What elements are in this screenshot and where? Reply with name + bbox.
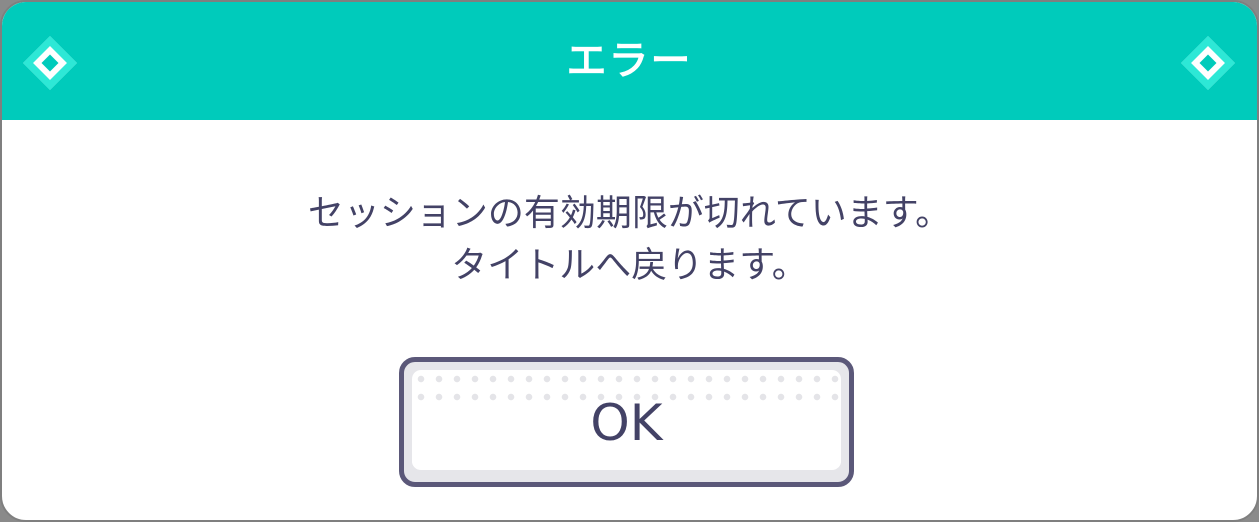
dialog-title: エラー: [566, 38, 693, 84]
ok-button-label: OK: [590, 394, 663, 452]
error-dialog: エラー セッションの有効期限が切れています。 タイトルへ戻ります。 OK: [0, 0, 1259, 522]
dialog-message: セッションの有効期限が切れています。 タイトルへ戻ります。: [2, 188, 1257, 292]
message-line-1: セッションの有効期限が切れています。: [307, 193, 952, 234]
message-line-2: タイトルへ戻ります。: [451, 245, 808, 286]
ok-button[interactable]: OK: [399, 357, 854, 487]
dialog-header: エラー: [2, 2, 1257, 120]
